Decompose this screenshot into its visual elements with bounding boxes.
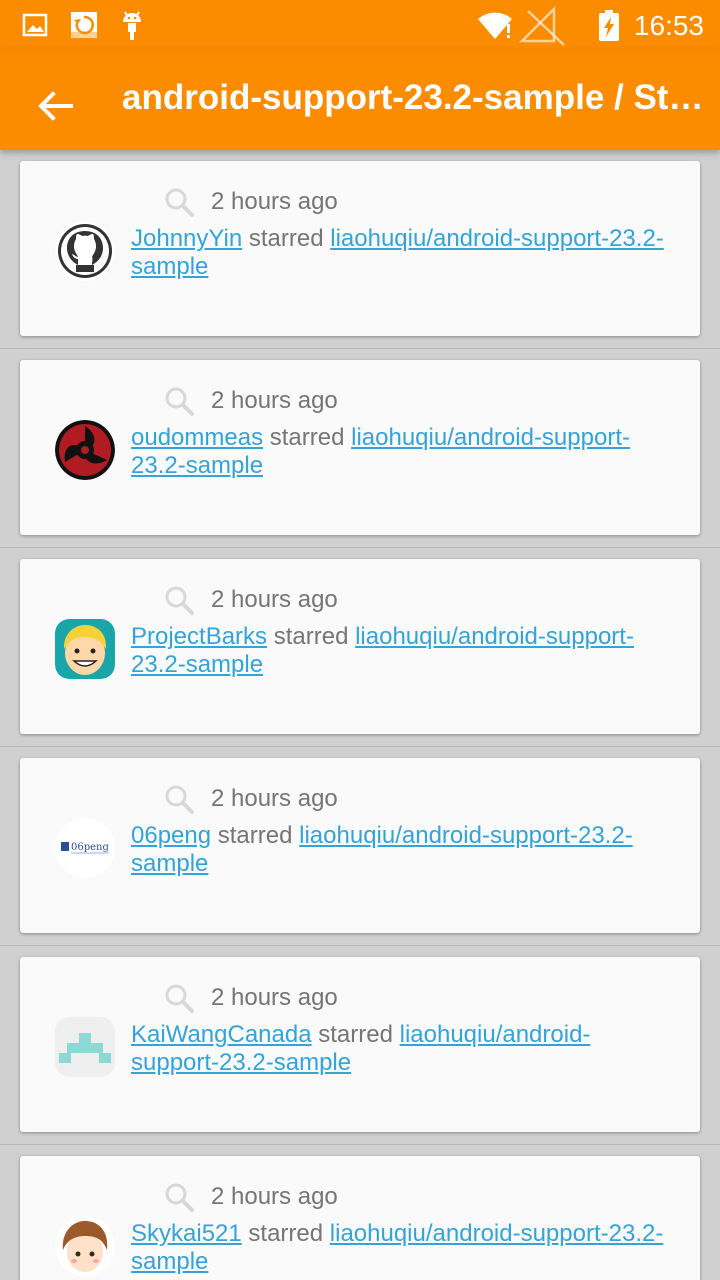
event-meta: 2 hours ago — [163, 583, 338, 617]
search-icon — [165, 1183, 194, 1212]
event-time: 2 hours ago — [211, 387, 338, 414]
app-toolbar: android-support-23.2-sample / Stargazers — [0, 50, 720, 150]
event-description: oudommeas starred liaohuqiu/android-supp… — [131, 424, 676, 480]
event-time: 2 hours ago — [211, 188, 338, 215]
list-item: 2 hours ago KaiWangCanada starred liaohu… — [0, 946, 720, 1145]
event-time: 2 hours ago — [211, 586, 338, 613]
event-meta: 2 hours ago — [163, 1180, 338, 1214]
anime-boy-avatar[interactable] — [55, 1216, 115, 1276]
event-description: Skykai521 starred liaohuqiu/android-supp… — [131, 1220, 676, 1276]
sharingan-avatar[interactable] — [55, 420, 115, 480]
event-card[interactable]: 06peng 2 hours ago 06peng starred liaohu… — [20, 758, 700, 933]
event-action: starred — [273, 623, 349, 650]
sync-notification-icon — [71, 12, 97, 38]
search-icon — [165, 387, 194, 416]
event-card[interactable]: 2 hours ago KaiWangCanada starred liaohu… — [20, 957, 700, 1132]
back-button[interactable] — [30, 80, 82, 132]
battery-charging-icon — [599, 10, 619, 41]
github-octocat-avatar[interactable] — [55, 221, 115, 281]
user-link[interactable]: Skykai521 — [131, 1220, 242, 1247]
identicon-avatar[interactable] — [55, 1017, 115, 1077]
event-meta: 2 hours ago — [163, 384, 338, 418]
event-meta: 2 hours ago — [163, 981, 338, 1015]
arrow-back-icon — [38, 91, 73, 121]
event-card[interactable]: 2 hours ago oudommeas starred liaohuqiu/… — [20, 360, 700, 535]
06peng-logo-avatar[interactable]: 06peng — [55, 818, 115, 878]
event-action: starred — [318, 1021, 393, 1048]
image-notification-icon — [22, 13, 48, 37]
user-link[interactable]: KaiWangCanada — [131, 1021, 312, 1048]
search-icon — [165, 586, 194, 615]
event-card[interactable]: 2 hours ago JohnnyYin starred liaohuqiu/… — [20, 161, 700, 336]
event-description: 06peng starred liaohuqiu/android-support… — [131, 822, 676, 878]
list-item: 2 hours ago JohnnyYin starred liaohuqiu/… — [0, 150, 720, 349]
event-action: starred — [269, 424, 345, 451]
wifi-icon — [478, 12, 512, 39]
user-link[interactable]: ProjectBarks — [131, 623, 267, 650]
event-meta: 2 hours ago — [163, 782, 338, 816]
event-card[interactable]: 2 hours ago Skykai521 starred liaohuqiu/… — [20, 1156, 700, 1280]
list-item: 06peng 2 hours ago 06peng starred liaohu… — [0, 747, 720, 946]
stargazer-feed[interactable]: 2 hours ago JohnnyYin starred liaohuqiu/… — [0, 150, 720, 1280]
list-item: 2 hours ago ProjectBarks starred liaohuq… — [0, 548, 720, 747]
event-description: JohnnyYin starred liaohuqiu/android-supp… — [131, 225, 676, 281]
event-action: starred — [248, 1220, 324, 1247]
svg-text:06peng: 06peng — [71, 842, 109, 853]
page-title: android-support-23.2-sample / Stargazers — [122, 78, 718, 117]
event-action: starred — [248, 225, 324, 252]
status-bar: 16:53 — [0, 0, 720, 50]
list-item: 2 hours ago Skykai521 starred liaohuqiu/… — [0, 1145, 720, 1280]
event-action: starred — [217, 822, 293, 849]
user-link[interactable]: JohnnyYin — [131, 225, 242, 252]
event-description: ProjectBarks starred liaohuqiu/android-s… — [131, 623, 676, 679]
event-time: 2 hours ago — [211, 1183, 338, 1210]
event-card[interactable]: 2 hours ago ProjectBarks starred liaohuq… — [20, 559, 700, 734]
event-time: 2 hours ago — [211, 984, 338, 1011]
search-icon — [165, 984, 194, 1013]
event-time: 2 hours ago — [211, 785, 338, 812]
clock: 16:53 — [633, 10, 704, 41]
cartoon-boy-avatar[interactable] — [55, 619, 115, 679]
android-debug-icon — [123, 11, 141, 40]
user-link[interactable]: oudommeas — [131, 424, 263, 451]
event-meta: 2 hours ago — [163, 185, 338, 219]
search-icon — [165, 188, 194, 217]
user-link[interactable]: 06peng — [131, 822, 211, 849]
no-signal-icon — [518, 5, 565, 46]
list-item: 2 hours ago oudommeas starred liaohuqiu/… — [0, 349, 720, 548]
search-icon — [165, 785, 194, 814]
event-description: KaiWangCanada starred liaohuqiu/android-… — [131, 1021, 676, 1077]
